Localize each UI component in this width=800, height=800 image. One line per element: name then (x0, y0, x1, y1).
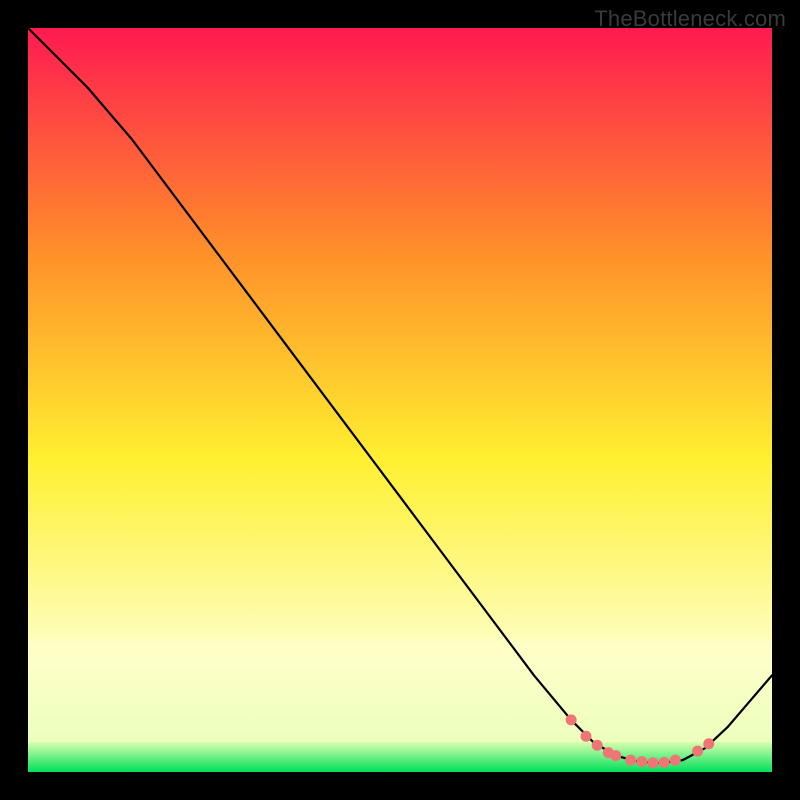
curve-marker (670, 755, 681, 766)
curve-marker (692, 746, 703, 757)
curve-marker (647, 757, 658, 768)
curve-marker (592, 740, 603, 751)
chart-svg (28, 28, 772, 772)
curve-marker (659, 757, 670, 768)
curve-marker (581, 731, 592, 742)
chart-frame: TheBottleneck.com (0, 0, 800, 800)
curve-marker (636, 756, 647, 767)
curve-marker (625, 755, 636, 766)
curve-marker (610, 750, 621, 761)
pale-band (28, 638, 772, 742)
plot-area (28, 28, 772, 772)
curve-marker (703, 738, 714, 749)
curve-marker (566, 714, 577, 725)
